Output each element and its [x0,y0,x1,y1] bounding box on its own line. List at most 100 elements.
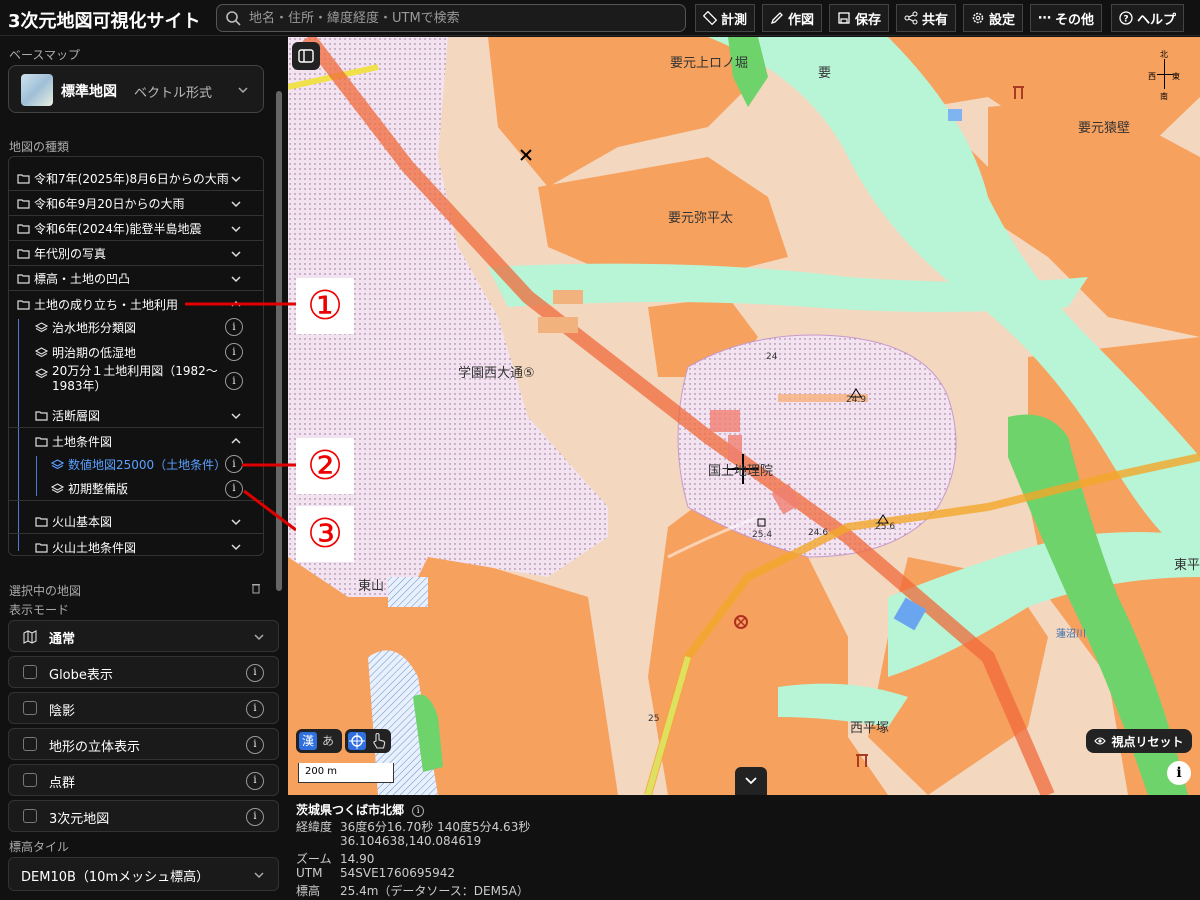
toggle-hillshade[interactable]: 陰影 i [8,692,279,724]
annotation-marker-1: ① [296,278,354,334]
tree-item-photos-by-era[interactable]: 年代別の写真 [9,242,263,266]
label-language-toggle[interactable]: 漢 あ [296,729,342,753]
sidebar-scrollbar[interactable] [274,77,284,627]
elevation-point: 24.9 [846,395,867,405]
sidebar: ベースマップ 標準地図 ベクトル形式 地図の種類 令和7年(2025年)8月6日… [0,37,288,900]
chevron-down-icon [231,250,241,257]
map-label-place: 東山 [358,579,385,594]
info-icon[interactable]: i [412,805,425,817]
tree-item-2024-sep-rain[interactable]: 令和6年9月20日からの大雨 [9,192,263,216]
info-icon[interactable]: i [225,372,243,390]
draw-button[interactable]: 作図 [762,4,823,32]
chevron-down-icon [231,225,241,232]
save-button[interactable]: 保存 [829,4,890,32]
checkbox[interactable] [23,701,37,715]
elevation-label: 標高 [296,884,321,898]
info-icon[interactable]: i [225,318,243,336]
elevation-point: 25.6 [875,522,896,532]
layers-icon [35,321,48,332]
checkbox[interactable] [23,737,37,751]
hand-pointer-icon[interactable] [371,732,387,750]
tree-item-label: 土地の成り立ち・土地利用 [34,297,179,312]
checkbox[interactable] [23,665,37,679]
compass-west: 西 [1148,72,1156,81]
crosshair-icon[interactable] [348,732,366,750]
place-name-row: 茨城県つくば市北郷 i [296,801,425,818]
info-icon[interactable]: i [246,664,264,682]
tree-item-landuse-200k[interactable]: 20万分１土地利用図（1982〜 1983年） i [9,364,263,398]
info-icon[interactable]: i [225,479,243,498]
tree-item-flood-terrain[interactable]: 治水地形分類図 i [9,315,263,339]
info-icon[interactable]: i [246,808,264,826]
info-icon[interactable]: i [225,455,243,473]
latlon-row: 経緯度 36度6分16.70秒 140度5分4.63秒 [296,818,530,835]
attribution-info-icon[interactable]: i [1167,761,1191,785]
scrollbar-thumb[interactable] [276,91,282,591]
tree-item-volcano-basemap[interactable]: 火山基本図 [9,510,263,534]
basemap-thumbnail [21,74,53,106]
sidebar-toggle-button[interactable] [292,42,320,70]
help-button[interactable]: ? ヘルプ [1111,4,1185,32]
annotation-marker-2: ② [296,438,354,494]
chevron-down-icon [231,200,241,207]
zoom-label: ズーム [296,852,332,866]
map-icon [23,630,37,644]
info-icon[interactable]: i [246,700,264,718]
zoom-value: 14.90 [340,852,375,866]
tree-item-volcano-land-condition[interactable]: 火山土地条件図 [9,535,263,555]
folder-icon [17,199,30,209]
toggle-3d-map[interactable]: 3次元地図 i [8,800,279,832]
chevron-down-icon [745,777,757,785]
tree-item-initial-edition[interactable]: 初期整備版 i [9,477,263,501]
info-icon[interactable]: i [246,772,264,790]
tree-item-active-fault[interactable]: 活断層図 [9,404,263,428]
info-icon[interactable]: i [225,343,243,361]
settings-button[interactable]: 設定 [963,4,1024,32]
basemap-format: ベクトル形式 [134,86,213,101]
ruler-icon [703,11,717,25]
tree-item-label: 数値地図25000（土地条件） [68,457,227,472]
toggle-label: Globe表示 [49,668,113,683]
lang-kana[interactable]: あ [322,732,334,749]
tree-item-label: 年代別の写真 [34,247,107,261]
location-mode-toggle[interactable] [345,729,391,753]
basemap-selector[interactable]: 標準地図 ベクトル形式 [8,65,264,113]
measure-button[interactable]: 計測 [695,4,756,32]
chevron-down-icon [231,275,241,282]
compass[interactable]: 北 西 東 南 [1148,49,1182,101]
tree-item-noto-quake[interactable]: 令和6年(2024年)能登半島地震 [9,217,263,241]
view-reset-button[interactable]: 視点リセット [1086,729,1192,753]
elevation-tile-select[interactable]: DEM10B（10mメッシュ標高） [8,857,279,891]
tree-item-label: 明治期の低湿地 [52,345,137,360]
toggle-point-cloud[interactable]: 点群 i [8,764,279,796]
toggle-terrain-3d[interactable]: 地形の立体表示 i [8,728,279,760]
tree-item-digital-map-25000[interactable]: 数値地図25000（土地条件） i [9,452,263,476]
search-box[interactable] [216,4,686,32]
tree-item-meiji-lowland[interactable]: 明治期の低湿地 i [9,340,263,364]
checkbox[interactable] [23,809,37,823]
tree-item-label: 火山土地条件図 [52,540,137,555]
search-input[interactable] [249,8,679,28]
tree-item-2025-rain[interactable]: 令和7年(2025年)8月6日からの大雨 [9,167,263,191]
tree-item-label: 活断層図 [52,409,101,423]
chevron-down-icon [231,544,241,551]
checkbox[interactable] [23,773,37,787]
tree-item-land-condition[interactable]: 土地条件図 [9,429,263,453]
share-button[interactable]: 共有 [896,4,957,32]
scale-bar: 200 m [298,763,394,783]
more-button[interactable]: ⋯ その他 [1030,4,1103,32]
elevation-tile-label: 標高タイル [9,840,70,854]
tree-item-land-formation[interactable]: 土地の成り立ち・土地利用 [9,292,263,316]
trash-icon[interactable] [250,582,262,594]
info-icon[interactable]: i [246,736,264,754]
display-mode-select[interactable]: 通常 [8,620,279,652]
pencil-icon [770,12,783,25]
expand-panel-button[interactable] [735,767,767,795]
map-canvas[interactable]: 要元上ロノ堀 要 要元猿壁 要元弥平太 学園西大通⑤ 国土地理院 東山 西平塚 … [288,37,1200,795]
tree-item-elevation-relief[interactable]: 標高・土地の凹凸 [9,267,263,291]
map-layers [288,37,1200,795]
toggle-globe[interactable]: Globe表示 i [8,656,279,688]
place-name: 茨城県つくば市北郷 [296,803,405,817]
lang-kanji[interactable]: 漢 [299,732,317,750]
chevron-down-icon [231,175,241,182]
